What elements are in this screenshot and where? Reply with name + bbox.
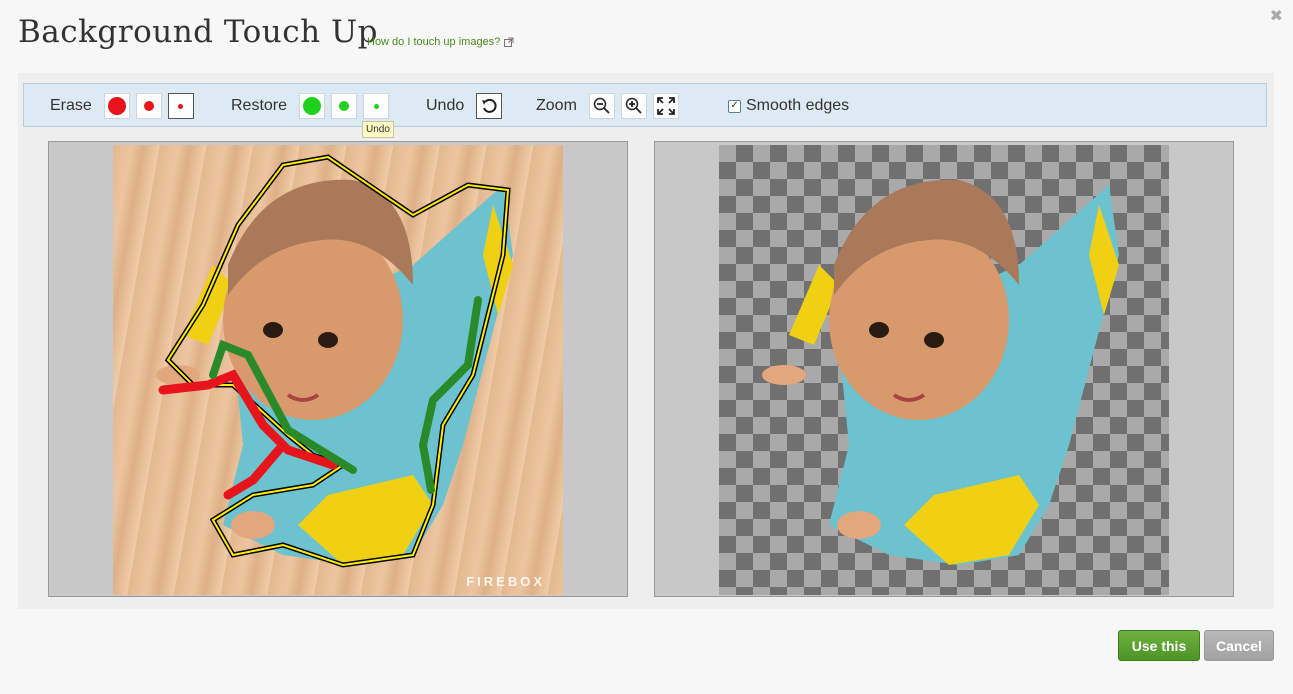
transparency-checkerboard xyxy=(719,145,1169,595)
edit-canvas[interactable]: FIREBOX xyxy=(48,141,628,597)
result-preview xyxy=(654,141,1234,597)
undo-label: Undo xyxy=(426,97,465,114)
zoom-in-button[interactable] xyxy=(620,93,647,119)
erase-medium-brush-button[interactable] xyxy=(135,93,162,119)
zoom-in-icon xyxy=(625,97,642,114)
editor-panel: Erase Restore Undo Zoom ✓ Smooth edges F… xyxy=(18,73,1274,609)
restore-medium-brush-button[interactable] xyxy=(331,93,358,119)
smooth-edges-label: Smooth edges xyxy=(746,97,850,114)
zoom-out-icon xyxy=(593,97,610,114)
source-photo[interactable]: FIREBOX xyxy=(113,145,563,595)
restore-group: Restore xyxy=(231,93,390,119)
undo-tooltip: Undo xyxy=(362,121,394,138)
watermark: FIREBOX xyxy=(466,574,545,589)
erase-large-brush-button[interactable] xyxy=(103,93,130,119)
zoom-label: Zoom xyxy=(536,97,577,114)
zoom-group: Zoom xyxy=(536,93,679,119)
undo-group: Undo xyxy=(426,93,503,119)
fit-to-screen-button[interactable] xyxy=(652,93,679,119)
restore-large-brush-button[interactable] xyxy=(299,93,326,119)
undo-button[interactable] xyxy=(476,93,503,119)
smooth-edges-checkbox[interactable]: ✓ xyxy=(728,99,741,113)
undo-icon xyxy=(482,98,497,113)
toolbar: Erase Restore Undo Zoom ✓ Smooth edges xyxy=(23,83,1267,127)
use-this-button[interactable]: Use this xyxy=(1118,630,1200,661)
external-link-icon xyxy=(504,37,514,47)
restore-label: Restore xyxy=(231,97,288,114)
restore-small-brush-button[interactable] xyxy=(363,93,390,119)
erase-label: Erase xyxy=(50,97,92,114)
help-link[interactable]: How do I touch up images? xyxy=(367,36,514,48)
cancel-button[interactable]: Cancel xyxy=(1204,630,1274,661)
help-link-label: How do I touch up images? xyxy=(367,36,501,48)
cutout-baby xyxy=(762,179,1119,565)
dialog-title: Background Touch Up xyxy=(18,14,378,50)
expand-icon xyxy=(657,97,675,115)
close-icon[interactable]: ✖ xyxy=(1270,6,1283,26)
baby-photo-with-strokes xyxy=(156,154,513,568)
zoom-out-button[interactable] xyxy=(588,93,615,119)
erase-group: Erase xyxy=(50,93,194,119)
smooth-edges-toggle[interactable]: ✓ Smooth edges xyxy=(728,97,849,115)
erase-small-brush-button[interactable] xyxy=(167,93,194,119)
